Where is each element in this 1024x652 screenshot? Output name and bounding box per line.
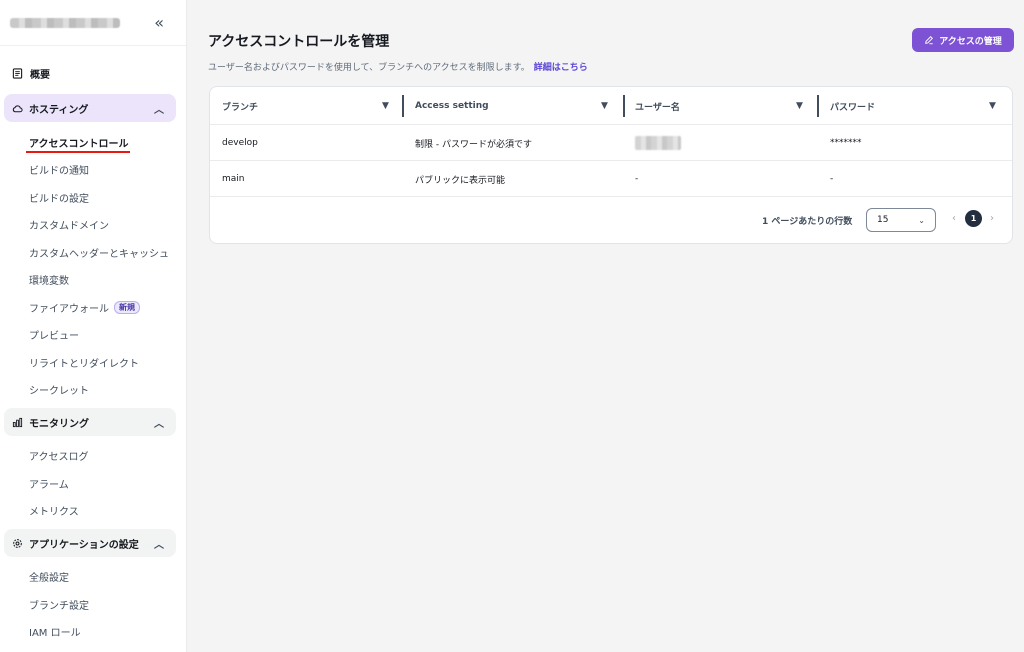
sidebar-item-label: アクセスコントロール (29, 138, 129, 150)
cell-password: ******* (830, 138, 862, 148)
column-header-password[interactable]: パスワード ▼ (830, 87, 1010, 125)
main-content: アクセスコントロールを管理 ユーザー名およびパスワードを使用して、ブランチへのア… (188, 0, 1024, 652)
manage-access-button[interactable]: アクセスの管理 (912, 28, 1014, 52)
cell-access-setting: パブリックに表示可能 (415, 175, 506, 186)
sidebar-item-label: カスタムドメイン (29, 220, 109, 232)
sidebar-item-overview[interactable]: 概要 (12, 66, 50, 81)
sidebar-item-label: ビルドの通知 (29, 165, 89, 177)
cell-branch: develop (222, 138, 258, 148)
app-name-redacted (10, 17, 120, 28)
sidebar-header: « (0, 0, 186, 46)
sidebar-item-build-notifications[interactable]: ビルドの通知 (0, 158, 187, 180)
sidebar-item-build-settings[interactable]: ビルドの設定 (0, 186, 187, 208)
sidebar-item-previews[interactable]: プレビュー (0, 323, 187, 345)
sort-caret-icon[interactable]: ▼ (796, 101, 803, 111)
column-header-branch[interactable]: ブランチ ▼ (222, 87, 394, 125)
sidebar-item-label: カスタムヘッダーとキャッシュ (29, 248, 169, 260)
active-underline (26, 151, 130, 153)
sidebar-item-label: 環境変数 (29, 275, 69, 287)
sidebar-item-branch-settings[interactable]: ブランチ設定 (0, 593, 187, 615)
section-label: ホスティング (29, 104, 89, 116)
sidebar: « 概要 ホスティング ︿ アクセスコントロール ビルドの通知 ビルドの設定 カ… (0, 0, 187, 652)
sidebar-item-label: ファイアウォール (29, 303, 109, 315)
sidebar-item-label: 概要 (30, 70, 50, 81)
rows-per-page-value: 15 (877, 215, 889, 225)
cell-password: - (830, 174, 834, 184)
sidebar-item-environment-variables[interactable]: 環境変数 (0, 268, 187, 290)
access-table-card: ブランチ ▼ Access setting ▼ ユーザー名 ▼ パスワード ▼ … (209, 86, 1013, 244)
column-resizer[interactable] (623, 95, 625, 117)
previous-page-icon[interactable]: ‹ (952, 213, 956, 224)
sidebar-item-custom-headers[interactable]: カスタムヘッダーとキャッシュ (0, 241, 187, 263)
sidebar-item-access-control[interactable]: アクセスコントロール (0, 131, 187, 153)
table-row[interactable]: main パブリックに表示可能 - - (210, 161, 1012, 197)
sidebar-item-label: アクセスログ (29, 451, 89, 463)
column-header-label: パスワード (830, 102, 876, 113)
sort-caret-icon[interactable]: ▼ (601, 101, 608, 111)
rows-per-page-select[interactable]: 15 ⌄ (866, 208, 936, 232)
sidebar-item-secrets[interactable]: シークレット (0, 378, 187, 400)
sidebar-item-label: 全般設定 (29, 572, 69, 584)
sidebar-item-label: ブランチ設定 (29, 600, 89, 612)
section-monitoring[interactable]: モニタリング ︿ (4, 408, 176, 436)
cell-access-setting: 制限 - パスワードが必須です (415, 139, 532, 150)
table-row[interactable]: develop 制限 - パスワードが必須です ******* (210, 125, 1012, 161)
pagination-bar: 1 ページあたりの行数 15 ⌄ ‹ 1 › (210, 197, 1012, 243)
cloud-icon (12, 104, 23, 112)
sort-caret-icon[interactable]: ▼ (382, 101, 389, 111)
cell-username: - (635, 174, 639, 184)
next-page-icon[interactable]: › (990, 213, 994, 224)
sidebar-item-firewall[interactable]: ファイアウォール 新規 (0, 296, 187, 318)
sidebar-item-label: メトリクス (29, 506, 79, 518)
manage-access-label: アクセスの管理 (939, 36, 1002, 47)
column-header-label: ユーザー名 (635, 102, 680, 113)
column-header-access-setting[interactable]: Access setting ▼ (415, 87, 615, 125)
document-icon (12, 68, 23, 79)
chevron-up-icon: ︿ (154, 104, 164, 116)
sidebar-item-rewrites-redirects[interactable]: リライトとリダイレクト (0, 351, 187, 373)
page-description: ユーザー名およびパスワードを使用して、ブランチへのアクセスを制限します。 詳細はこ… (208, 60, 588, 73)
sidebar-item-label: リライトとリダイレクト (29, 358, 139, 370)
sidebar-item-custom-domains[interactable]: カスタムドメイン (0, 213, 187, 235)
section-label: アプリケーションの設定 (29, 539, 139, 551)
description-text: ユーザー名およびパスワードを使用して、ブランチへのアクセスを制限します。 (208, 63, 530, 73)
sidebar-item-general-settings[interactable]: 全般設定 (0, 565, 187, 587)
sidebar-item-iam-roles[interactable]: IAM ロール (0, 620, 187, 642)
redacted-username (635, 136, 681, 150)
section-app-settings[interactable]: アプリケーションの設定 ︿ (4, 529, 176, 557)
sidebar-item-metrics[interactable]: メトリクス (0, 499, 187, 521)
table-header: ブランチ ▼ Access setting ▼ ユーザー名 ▼ パスワード ▼ (210, 87, 1012, 125)
column-header-username[interactable]: ユーザー名 ▼ (635, 87, 815, 125)
chevron-down-icon: ⌄ (918, 215, 925, 225)
sidebar-item-label: プレビュー (29, 330, 79, 342)
cell-username (635, 125, 681, 161)
sidebar-item-alarms[interactable]: アラーム (0, 472, 187, 494)
gear-icon (13, 538, 22, 548)
bar-chart-icon (12, 417, 23, 427)
edit-icon (925, 36, 934, 45)
collapse-sidebar-icon[interactable]: « (154, 14, 164, 31)
column-header-label: Access setting (415, 101, 489, 111)
section-label: モニタリング (29, 418, 89, 430)
page-button-current[interactable]: 1 (965, 210, 982, 227)
sidebar-item-access-logs[interactable]: アクセスログ (0, 444, 187, 466)
page-title: アクセスコントロールを管理 (208, 34, 390, 50)
sidebar-item-label: ビルドの設定 (29, 193, 89, 205)
column-header-label: ブランチ (222, 102, 259, 113)
sort-caret-icon[interactable]: ▼ (989, 101, 996, 111)
sidebar-item-label: シークレット (29, 385, 89, 397)
chevron-up-icon: ︿ (154, 539, 164, 551)
column-resizer[interactable] (402, 95, 404, 117)
rows-per-page-label: 1 ページあたりの行数 (762, 217, 853, 227)
cell-branch: main (222, 174, 245, 184)
sidebar-item-label: アラーム (29, 479, 69, 491)
sidebar-item-label: IAM ロール (29, 627, 81, 639)
section-hosting[interactable]: ホスティング ︿ (4, 94, 176, 122)
chevron-up-icon: ︿ (154, 418, 164, 430)
details-link[interactable]: 詳細はこちら (534, 63, 588, 73)
new-badge: 新規 (114, 300, 140, 314)
column-resizer[interactable] (817, 95, 819, 117)
